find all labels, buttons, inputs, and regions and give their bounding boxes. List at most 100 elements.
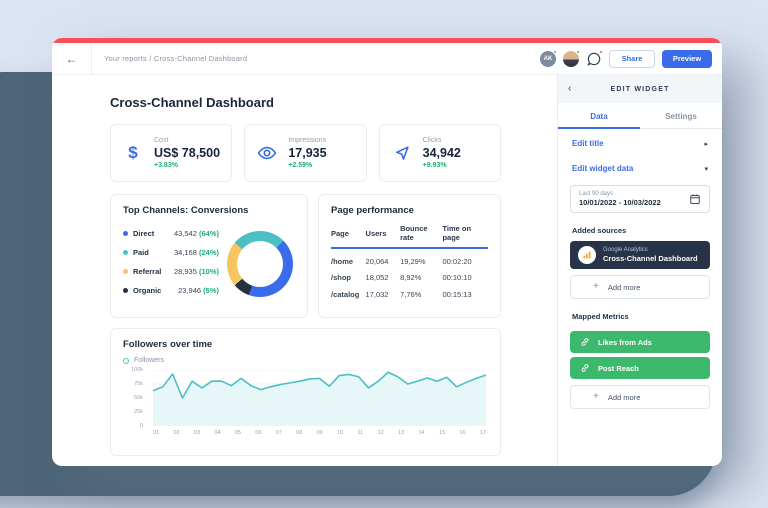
panel-header: ‹ EDIT WIDGET bbox=[558, 75, 722, 103]
top-bar: ← Your reports / Cross-Channel Dashboard… bbox=[52, 43, 722, 75]
column-header: Time on page bbox=[442, 224, 488, 242]
table-row: /shop 18,052 8,92% 00:10:10 bbox=[331, 266, 488, 283]
mapped-metric-likes-from-ads[interactable]: Likes from Ads bbox=[570, 331, 710, 353]
legend-dot bbox=[123, 269, 128, 274]
link-icon bbox=[580, 337, 590, 347]
avatar-ak[interactable]: AK bbox=[540, 51, 556, 67]
panel-tabs: Data Settings bbox=[558, 103, 722, 129]
x-tick-label: 11 bbox=[358, 430, 364, 436]
legend-item: Direct 43,542 (64%) bbox=[123, 224, 219, 243]
panel-title: EDIT WIDGET bbox=[610, 86, 669, 93]
metric-card-cost[interactable]: $ Cost US$ 78,500 +3.83% bbox=[110, 124, 232, 182]
metric-delta: +3.83% bbox=[154, 162, 220, 169]
share-button[interactable]: Share bbox=[609, 50, 655, 68]
tab-settings[interactable]: Settings bbox=[640, 103, 722, 128]
legend-label: Followers bbox=[134, 357, 164, 364]
column-header: Page bbox=[331, 229, 366, 238]
metric-card-impressions[interactable]: Impressions 17,935 +2.59% bbox=[244, 124, 366, 182]
table-cell: 20,064 bbox=[366, 249, 401, 266]
chart-legend: Followers bbox=[123, 357, 488, 364]
dollar-icon: $ bbox=[121, 143, 145, 163]
metric-card-clicks[interactable]: Clicks 34,942 +9.93% bbox=[379, 124, 501, 182]
preview-button[interactable]: Preview bbox=[662, 50, 712, 68]
table-row: /home 20,064 19,29% 00:02:20 bbox=[331, 249, 488, 266]
edit-widget-data-row[interactable]: Edit widget data ▾ bbox=[558, 154, 722, 179]
panel-back-chevron-icon[interactable]: ‹ bbox=[568, 84, 571, 94]
metric-delta: +2.59% bbox=[288, 162, 326, 169]
plus-icon: + bbox=[593, 392, 599, 402]
source-card-google-analytics[interactable]: Google Analytics Cross-Channel Dashboard bbox=[570, 241, 710, 269]
top-channels-widget[interactable]: Top Channels: Conversions Direct 43,542 … bbox=[110, 194, 308, 318]
mapped-metric-label: Likes from Ads bbox=[598, 338, 652, 347]
add-source-button[interactable]: + Add more bbox=[570, 275, 710, 299]
avatar-initials: AK bbox=[544, 56, 553, 62]
metric-label: Clicks bbox=[423, 137, 461, 144]
mapped-metric-post-reach[interactable]: Post Reach bbox=[570, 357, 710, 379]
table-header-row: Page Users Bounce rate Time on page bbox=[331, 224, 488, 249]
y-axis-labels: 100k75k50k25k0 bbox=[123, 370, 147, 426]
legend-value: 23,946 bbox=[178, 286, 201, 295]
edit-title-row[interactable]: Edit title ▸ bbox=[558, 129, 722, 154]
x-axis-labels: 0102030405060708091011121314151617 bbox=[153, 430, 486, 436]
table-cell: 17,032 bbox=[366, 282, 401, 299]
page-performance-widget[interactable]: Page performance Page Users Bounce rate … bbox=[318, 194, 501, 318]
legend-percent: (24%) bbox=[199, 248, 219, 257]
notification-dot bbox=[599, 50, 604, 55]
column-header: Users bbox=[366, 229, 401, 238]
series-marker-icon bbox=[123, 358, 129, 364]
table-cell: /catalog bbox=[331, 282, 366, 299]
metric-value: 17,935 bbox=[288, 146, 326, 160]
y-tick-label: 100k bbox=[131, 367, 143, 373]
online-status-dot bbox=[576, 50, 581, 55]
legend-percent: (10%) bbox=[199, 267, 219, 276]
date-range-label: Last 90 days bbox=[579, 191, 661, 197]
table-cell: /shop bbox=[331, 266, 366, 283]
eye-icon bbox=[255, 143, 279, 163]
x-tick-label: 08 bbox=[296, 430, 302, 436]
tab-data[interactable]: Data bbox=[558, 103, 640, 128]
metric-label: Impressions bbox=[288, 137, 326, 144]
legend-dot bbox=[123, 231, 128, 236]
metric-delta: +9.93% bbox=[423, 162, 461, 169]
avatar-photo[interactable] bbox=[563, 51, 579, 67]
edit-widget-panel: ‹ EDIT WIDGET Data Settings Edit title ▸… bbox=[557, 75, 722, 466]
back-button[interactable]: ← bbox=[52, 43, 92, 74]
y-tick-label: 50k bbox=[134, 395, 143, 401]
page-title: Cross-Channel Dashboard bbox=[110, 95, 501, 110]
metric-cards-row: $ Cost US$ 78,500 +3.83% Impressions 17,… bbox=[110, 124, 501, 182]
added-sources-label: Added sources bbox=[572, 226, 708, 235]
x-tick-label: 03 bbox=[194, 430, 200, 436]
x-tick-label: 05 bbox=[235, 430, 241, 436]
chat-bubble-icon[interactable] bbox=[586, 51, 602, 67]
date-range-input[interactable]: Last 90 days 10/01/2022 - 10/03/2022 bbox=[570, 185, 710, 213]
x-tick-label: 09 bbox=[317, 430, 323, 436]
donut-chart bbox=[227, 231, 293, 297]
source-title: Cross-Channel Dashboard bbox=[603, 254, 698, 263]
legend-item: Referral 28,935 (10%) bbox=[123, 262, 219, 281]
channels-legend: Direct 43,542 (64%) Paid 34,168 (24%) Re… bbox=[123, 224, 219, 300]
legend-item: Organic 23,946 (5%) bbox=[123, 281, 219, 300]
legend-dot bbox=[123, 250, 128, 255]
y-tick-label: 25k bbox=[134, 409, 143, 415]
x-tick-label: 14 bbox=[418, 430, 424, 436]
table-cell: 19,29% bbox=[400, 249, 442, 266]
add-metric-button[interactable]: + Add more bbox=[570, 385, 710, 409]
x-tick-label: 16 bbox=[459, 430, 465, 436]
followers-widget[interactable]: Followers over time Followers 100k75k50k… bbox=[110, 328, 501, 456]
legend-label: Paid bbox=[133, 248, 149, 257]
metric-value: US$ 78,500 bbox=[154, 146, 220, 160]
x-tick-label: 13 bbox=[398, 430, 404, 436]
table-cell: 00:15:13 bbox=[442, 282, 488, 299]
x-tick-label: 12 bbox=[378, 430, 384, 436]
x-tick-label: 02 bbox=[173, 430, 179, 436]
app-window: ← Your reports / Cross-Channel Dashboard… bbox=[52, 38, 722, 466]
legend-dot bbox=[123, 288, 128, 293]
page-performance-table: Page Users Bounce rate Time on page /hom… bbox=[331, 224, 488, 299]
x-tick-label: 17 bbox=[480, 430, 486, 436]
x-tick-label: 07 bbox=[276, 430, 282, 436]
mapped-metric-label: Post Reach bbox=[598, 364, 639, 373]
y-tick-label: 0 bbox=[140, 423, 143, 429]
edit-widget-data-label: Edit widget data bbox=[572, 164, 633, 173]
add-more-label: Add more bbox=[608, 393, 641, 402]
online-status-dot bbox=[553, 50, 558, 55]
